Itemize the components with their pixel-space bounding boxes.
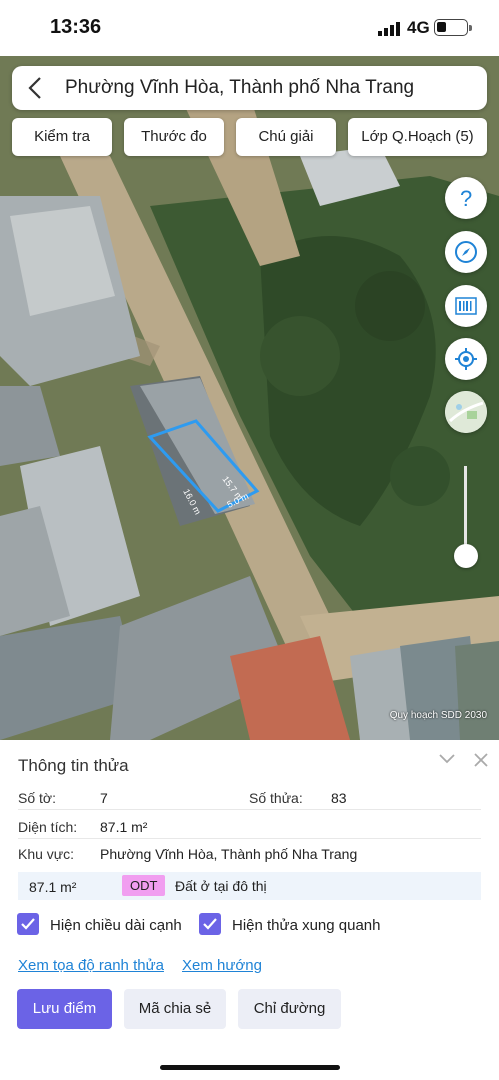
back-arrow-icon[interactable]	[22, 74, 48, 102]
share-code-button[interactable]: Mã chia sẻ	[124, 989, 226, 1029]
battery-icon	[434, 19, 472, 36]
show-edges-label[interactable]: Hiện chiều dài cạnh	[50, 917, 182, 934]
map-thumbnail-icon	[445, 391, 487, 433]
compass-button[interactable]	[445, 231, 487, 273]
checkmark-icon	[21, 918, 35, 930]
divider	[18, 809, 481, 810]
parcel-value: 83	[331, 790, 347, 806]
crosshair-icon	[455, 348, 477, 370]
zoom-slider-handle[interactable]	[454, 544, 478, 568]
compass-icon	[455, 241, 477, 263]
map-type-button[interactable]	[445, 391, 487, 433]
show-neighbors-label[interactable]: Hiện thửa xung quanh	[232, 917, 380, 934]
close-icon[interactable]	[473, 752, 489, 768]
network-type: 4G	[407, 18, 430, 37]
home-indicator	[160, 1065, 340, 1070]
land-use-description: Đất ở tại đô thị	[175, 878, 267, 894]
status-bar: 13:36 4G	[0, 0, 499, 56]
legend-button[interactable]: Chú giải	[236, 118, 336, 156]
view-direction-link[interactable]: Xem hướng	[182, 957, 262, 974]
divider	[18, 838, 481, 839]
region-label: Khu vực:	[18, 846, 75, 862]
chevron-down-icon[interactable]	[437, 752, 457, 766]
show-neighbors-checkbox[interactable]	[199, 913, 221, 935]
panel-title: Thông tin thửa	[18, 756, 129, 775]
barcode-button[interactable]	[445, 285, 487, 327]
help-button[interactable]: ?	[445, 177, 487, 219]
parcel-label: Số thửa:	[249, 790, 303, 806]
region-value: Phường Vĩnh Hòa, Thành phố Nha Trang	[100, 846, 358, 862]
save-point-button[interactable]: Lưu điểm	[17, 989, 112, 1029]
show-edges-checkbox[interactable]	[17, 913, 39, 935]
measure-button[interactable]: Thước đo	[124, 118, 224, 156]
land-use-area: 87.1 m²	[29, 879, 77, 895]
view-boundary-coords-link[interactable]: Xem tọa độ ranh thửa	[18, 957, 164, 974]
barcode-icon	[455, 297, 477, 315]
svg-text:?: ?	[460, 186, 472, 210]
question-icon: ?	[460, 186, 472, 210]
status-time: 13:36	[50, 16, 102, 38]
map-attribution: Quy hoạch SDD 2030	[389, 710, 487, 721]
locate-button[interactable]	[445, 338, 487, 380]
directions-button[interactable]: Chỉ đường	[238, 989, 341, 1029]
area-value: 87.1 m²	[100, 819, 148, 835]
parcel-info-panel: Thông tin thửa Số tờ: 7 Số thửa: 83 Diện…	[0, 740, 499, 1080]
check-button[interactable]: Kiểm tra	[12, 118, 112, 156]
checkmark-icon	[203, 918, 217, 930]
land-use-row: 87.1 m² ODT Đất ở tại đô thị	[18, 872, 481, 900]
signal-icon	[378, 22, 400, 36]
satellite-imagery: 16.0 m 15.7 m 5.0 m	[0, 56, 499, 740]
land-use-code-badge: ODT	[122, 875, 166, 896]
location-title: Phường Vĩnh Hòa, Thành phố Nha Trang	[65, 77, 415, 98]
map-view[interactable]: 16.0 m 15.7 m 5.0 m	[0, 56, 499, 740]
sheet-value: 7	[100, 790, 108, 806]
area-label: Diện tích:	[18, 819, 78, 835]
location-bar[interactable]: Phường Vĩnh Hòa, Thành phố Nha Trang	[12, 66, 487, 110]
sheet-label: Số tờ:	[18, 790, 56, 806]
planning-layer-button[interactable]: Lớp Q.Hoạch (5)	[348, 118, 487, 156]
